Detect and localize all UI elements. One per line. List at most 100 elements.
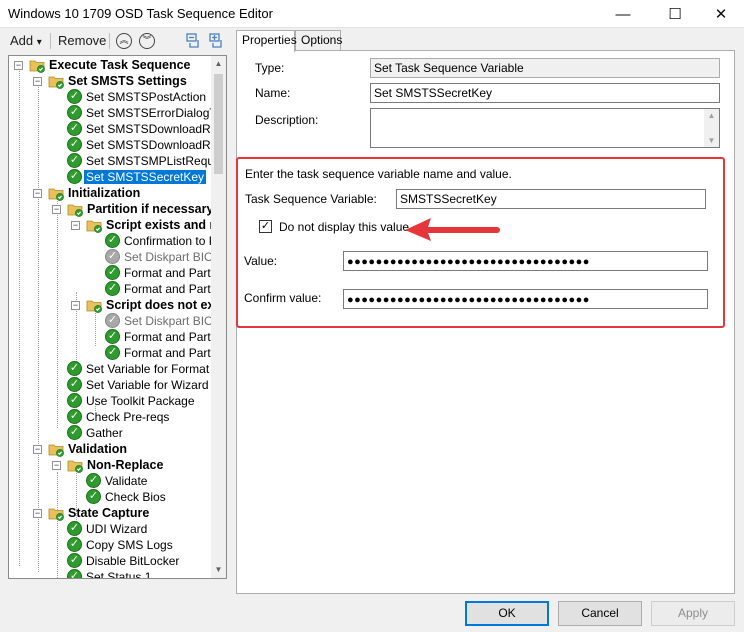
scroll-down-icon[interactable]: ▼ [704, 136, 719, 145]
tree-node-label: Initialization [68, 186, 141, 200]
tree-step[interactable]: ✓ Set SMSTSDownloadRetr [67, 137, 213, 153]
arrow-annotation-icon [405, 218, 500, 241]
tree-node-label: Partition if necessary [87, 202, 213, 216]
type-field: Set Task Sequence Variable [370, 58, 720, 78]
collapse-icon[interactable]: − [33, 77, 42, 86]
tree-connector [95, 308, 96, 346]
tree-node-label: Set Diskpart BIOS [124, 314, 213, 328]
window-title: Windows 10 1709 OSD Task Sequence Editor [8, 6, 273, 21]
tree-group[interactable]: Script exists and n [86, 217, 213, 233]
tree-step[interactable]: ✓ Set SMSTSErrorDialogTim [67, 105, 213, 121]
tree-node-label: State Capture [68, 506, 150, 520]
tree-group[interactable]: Validation [48, 441, 129, 457]
add-label: Add [10, 33, 34, 48]
cancel-button[interactable]: Cancel [558, 601, 642, 626]
tree-step[interactable]: ✓ Validate [86, 473, 149, 489]
tree-step[interactable]: ✓ Format and Partitic [105, 329, 213, 345]
tree-step[interactable]: ✓ Disable BitLocker [67, 553, 181, 569]
tree-step[interactable]: ✓ Set Diskpart BIOS [105, 313, 213, 329]
check-icon: ✓ [105, 265, 120, 281]
tree-node-label: Set SMSTSSecretKey [84, 170, 207, 184]
tree-node-label: Set Variable for Wizard [86, 378, 209, 392]
tree-node-label: Script exists and n [106, 218, 213, 232]
tree-group[interactable]: Non-Replace [67, 457, 165, 473]
check-icon: ✓ [105, 281, 120, 297]
folder-icon [48, 444, 64, 457]
maximize-button[interactable]: ☐ [652, 0, 698, 28]
tree-group[interactable]: Set SMSTS Settings [48, 73, 189, 89]
scroll-down-icon[interactable]: ▼ [211, 562, 226, 578]
move-down-icon[interactable]: ︾ [139, 33, 155, 49]
tree-node-label: Gather [86, 426, 123, 440]
check-icon: ✓ [67, 569, 82, 578]
type-label: Type: [255, 61, 285, 75]
tree-group[interactable]: State Capture [48, 505, 151, 521]
tree-group[interactable]: Partition if necessary [67, 201, 213, 217]
check-icon: ✓ [105, 249, 120, 265]
collapse-icon[interactable]: − [33, 445, 42, 454]
tree-step[interactable]: ✓ Set SMSTSDownloadRetr [67, 121, 213, 137]
tree-step[interactable]: ✓ Set SMSTSSecretKey [67, 169, 207, 185]
tree-node-label: Copy SMS Logs [86, 538, 173, 552]
tree-group[interactable]: Script does not ex [86, 297, 213, 313]
tab-options[interactable]: Options [295, 30, 342, 51]
collapse-icon[interactable]: − [52, 461, 61, 470]
tree-node-label: Confirmation to Pa [124, 234, 213, 248]
ok-button[interactable]: OK [465, 601, 549, 626]
scroll-up-icon[interactable]: ▲ [704, 111, 719, 120]
tree-step[interactable]: ✓ Check Bios [86, 489, 168, 505]
tree-step[interactable]: ✓ Use Toolkit Package [67, 393, 197, 409]
folder-icon [48, 76, 64, 89]
tab-properties[interactable]: Properties [236, 30, 297, 52]
tree-step[interactable]: ✓ UDI Wizard [67, 521, 149, 537]
collapse-icon[interactable]: − [71, 221, 80, 230]
tree-group[interactable]: Execute Task Sequence [29, 57, 193, 73]
check-icon: ✓ [105, 345, 120, 361]
tree-node-label: Validate [105, 474, 148, 488]
tree-node-label: Format and Partitic [124, 330, 213, 344]
name-input[interactable]: Set SMSTSSecretKey [370, 83, 720, 103]
scroll-thumb[interactable] [214, 74, 223, 174]
apply-button[interactable]: Apply [651, 601, 735, 626]
collapse-icon[interactable]: − [33, 509, 42, 518]
tree-step[interactable]: ✓ Set Variable for Wizard [67, 377, 211, 393]
tree-step[interactable]: ✓ Set Status 1 [67, 569, 153, 578]
tree-node-label: Set SMSTSPostAction [86, 90, 207, 104]
expand-all-icon[interactable] [209, 33, 223, 49]
tree-step[interactable]: ✓ Format and Partitic [105, 265, 213, 281]
tree-step[interactable]: ✓ Set SMSTSMPListReques [67, 153, 213, 169]
tree-step[interactable]: ✓ Set Variable for Format an [67, 361, 213, 377]
collapse-icon[interactable]: − [14, 61, 23, 70]
tree-step[interactable]: ✓ Gather [67, 425, 125, 441]
check-icon: ✓ [105, 313, 120, 329]
tree-node-label: Set SMSTSDownloadRetr [86, 122, 213, 136]
tree-scrollbar[interactable]: ▲ ▼ [211, 56, 226, 578]
scroll-up-icon[interactable]: ▲ [211, 56, 226, 72]
description-scrollbar[interactable]: ▲ ▼ [704, 109, 719, 147]
tree-group[interactable]: Initialization [48, 185, 142, 201]
remove-button[interactable]: Remove [58, 32, 106, 50]
collapse-icon[interactable]: − [33, 189, 42, 198]
description-input[interactable]: ▲ ▼ [370, 108, 720, 148]
tree-node-label: Format and Partitic [124, 346, 213, 360]
tree-step[interactable]: ✓ Format and Partitic [105, 281, 213, 297]
collapse-icon[interactable]: − [71, 301, 80, 310]
close-button[interactable]: ✕ [698, 0, 744, 28]
tree-node-label: Check Pre-reqs [86, 410, 170, 424]
tree-step[interactable]: ✓ Set SMSTSPostAction [67, 89, 208, 105]
tree-step[interactable]: ✓ Confirmation to Pa [105, 233, 213, 249]
tree-node-label: Set SMSTSMPListReques [86, 154, 213, 168]
tree-node-label: Set Variable for Format an [86, 362, 213, 376]
toolbar-divider [109, 33, 110, 49]
tree-step[interactable]: ✓ Copy SMS Logs [67, 537, 175, 553]
tree-node-label: Set SMSTSDownloadRetr [86, 138, 213, 152]
collapse-icon[interactable]: − [52, 205, 61, 214]
add-button[interactable]: Add ▾ [10, 32, 42, 50]
task-sequence-tree[interactable]: Execute Task Sequence − Set SMSTS Settings… [8, 55, 227, 579]
tree-step[interactable]: ✓ Set Diskpart BIOS [105, 249, 213, 265]
tree-step[interactable]: ✓ Check Pre-reqs [67, 409, 171, 425]
minimize-button[interactable]: — [600, 0, 646, 28]
tree-step[interactable]: ✓ Format and Partitic [105, 345, 213, 361]
move-up-icon[interactable]: ︽ [116, 33, 132, 49]
collapse-all-icon[interactable] [186, 33, 200, 49]
